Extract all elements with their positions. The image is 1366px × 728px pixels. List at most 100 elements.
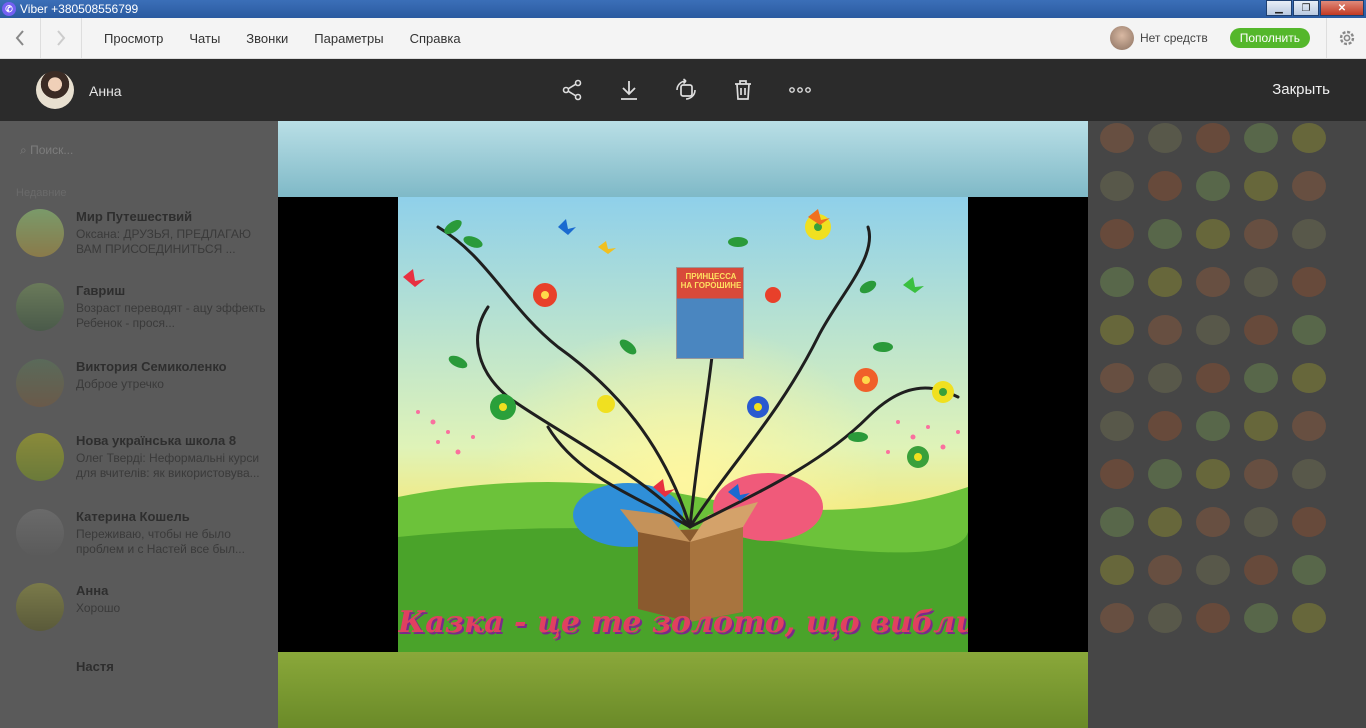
sticker-item[interactable] <box>1244 411 1278 441</box>
chat-name: Виктория Семиколенко <box>76 359 227 374</box>
sticker-item[interactable] <box>1100 363 1134 393</box>
sticker-item[interactable] <box>1244 123 1278 153</box>
sticker-item[interactable] <box>1100 507 1134 537</box>
sender-name: Анна <box>89 83 122 99</box>
sticker-item[interactable] <box>1148 411 1182 441</box>
list-item[interactable]: Мир Путешествий Оксана: ДРУЗЬЯ, ПРЕДЛАГА… <box>16 209 278 269</box>
sticker-item[interactable] <box>1292 219 1326 249</box>
chat-preview: для вчителів: як використовува... <box>76 466 260 480</box>
sticker-item[interactable] <box>1292 459 1326 489</box>
minimize-button[interactable]: ▁ <box>1266 0 1292 16</box>
sticker-item[interactable] <box>1292 603 1326 633</box>
main-menu: Просмотр Чаты Звонки Параметры Справка <box>104 31 487 46</box>
settings-button[interactable] <box>1326 18 1366 58</box>
close-window-button[interactable]: ✕ <box>1320 0 1364 16</box>
sticker-item[interactable] <box>1244 267 1278 297</box>
menu-calls[interactable]: Звонки <box>246 31 288 46</box>
sticker-item[interactable] <box>1148 267 1182 297</box>
sticker-item[interactable] <box>1100 171 1134 201</box>
sticker-item[interactable] <box>1148 315 1182 345</box>
more-icon[interactable] <box>788 78 812 102</box>
avatar <box>36 71 74 109</box>
sticker-item[interactable] <box>1100 219 1134 249</box>
avatar <box>16 283 64 331</box>
sticker-item[interactable] <box>1148 123 1182 153</box>
sticker-item[interactable] <box>1100 123 1134 153</box>
sticker-item[interactable] <box>1244 363 1278 393</box>
search-input[interactable]: ⌕ Поиск... <box>20 143 73 158</box>
share-icon[interactable] <box>560 78 584 102</box>
image-caption: Казка - це те золото, що виблиск <box>398 605 968 640</box>
sticker-item[interactable] <box>1244 603 1278 633</box>
list-item[interactable]: Катерина Кошель Переживаю, чтобы не было… <box>16 509 278 569</box>
illustration <box>398 197 968 652</box>
sticker-item[interactable] <box>1292 363 1326 393</box>
sticker-item[interactable] <box>1100 555 1134 585</box>
sticker-item[interactable] <box>1244 555 1278 585</box>
sticker-item[interactable] <box>1148 171 1182 201</box>
menu-settings[interactable]: Параметры <box>314 31 383 46</box>
close-viewer-button[interactable]: Закрыть <box>1272 81 1330 98</box>
sticker-item[interactable] <box>1244 219 1278 249</box>
sticker-item[interactable] <box>1196 315 1230 345</box>
chat-name: Мир Путешествий <box>76 209 193 224</box>
avatar <box>16 433 64 481</box>
sticker-item[interactable] <box>1148 507 1182 537</box>
sticker-item[interactable] <box>1100 603 1134 633</box>
list-item[interactable]: Гавриш Возраст переводят - ацу эффекты Р… <box>16 283 278 343</box>
list-item[interactable]: Виктория Семиколенко Доброе утречко <box>16 359 278 419</box>
sticker-item[interactable] <box>1196 123 1230 153</box>
rotate-icon[interactable] <box>674 78 698 102</box>
sticker-item[interactable] <box>1292 315 1326 345</box>
viber-icon: ✆ <box>2 2 16 16</box>
sticker-item[interactable] <box>1244 507 1278 537</box>
maximize-button[interactable]: ❐ <box>1293 0 1319 16</box>
chat-preview: Хорошо <box>76 601 121 615</box>
sticker-item[interactable] <box>1148 603 1182 633</box>
trash-icon[interactable] <box>731 78 755 102</box>
sticker-item[interactable] <box>1196 219 1230 249</box>
list-item[interactable]: Настя <box>16 659 278 719</box>
sticker-item[interactable] <box>1148 555 1182 585</box>
menu-help[interactable]: Справка <box>410 31 461 46</box>
sticker-item[interactable] <box>1100 459 1134 489</box>
sticker-item[interactable] <box>1196 171 1230 201</box>
menu-chats[interactable]: Чаты <box>189 31 220 46</box>
forward-button[interactable] <box>41 18 81 58</box>
sticker-item[interactable] <box>1148 363 1182 393</box>
avatar <box>16 359 64 407</box>
sticker-item[interactable] <box>1196 507 1230 537</box>
back-button[interactable] <box>0 18 40 58</box>
viewer-tools <box>560 78 845 102</box>
sticker-item[interactable] <box>1196 363 1230 393</box>
sticker-item[interactable] <box>1196 459 1230 489</box>
download-icon[interactable] <box>617 78 641 102</box>
sticker-item[interactable] <box>1292 267 1326 297</box>
sticker-item[interactable] <box>1196 411 1230 441</box>
window-controls: ▁ ❐ ✕ <box>1266 0 1364 16</box>
avatar <box>16 583 64 631</box>
sticker-item[interactable] <box>1244 171 1278 201</box>
chat-name: Гавриш <box>76 283 126 298</box>
sticker-item[interactable] <box>1100 411 1134 441</box>
sticker-item[interactable] <box>1196 267 1230 297</box>
sticker-item[interactable] <box>1196 603 1230 633</box>
sticker-item[interactable] <box>1148 219 1182 249</box>
sticker-item[interactable] <box>1292 123 1326 153</box>
sticker-item[interactable] <box>1292 411 1326 441</box>
topup-button[interactable]: Пополнить <box>1229 28 1310 48</box>
sticker-item[interactable] <box>1292 507 1326 537</box>
list-item[interactable]: Анна Хорошо <box>16 583 278 643</box>
sticker-item[interactable] <box>1244 315 1278 345</box>
chat-preview: Олег Тверді: Неформальні курси <box>76 451 260 465</box>
list-item[interactable]: Нова українська школа 8 Олег Тверді: Неф… <box>16 433 278 493</box>
menu-view[interactable]: Просмотр <box>104 31 163 46</box>
sticker-item[interactable] <box>1148 459 1182 489</box>
sticker-item[interactable] <box>1292 171 1326 201</box>
sticker-item[interactable] <box>1100 315 1134 345</box>
sticker-item[interactable] <box>1292 555 1326 585</box>
sticker-item[interactable] <box>1244 459 1278 489</box>
sticker-item[interactable] <box>1196 555 1230 585</box>
sticker-item[interactable] <box>1100 267 1134 297</box>
account-avatar[interactable] <box>1109 26 1134 50</box>
